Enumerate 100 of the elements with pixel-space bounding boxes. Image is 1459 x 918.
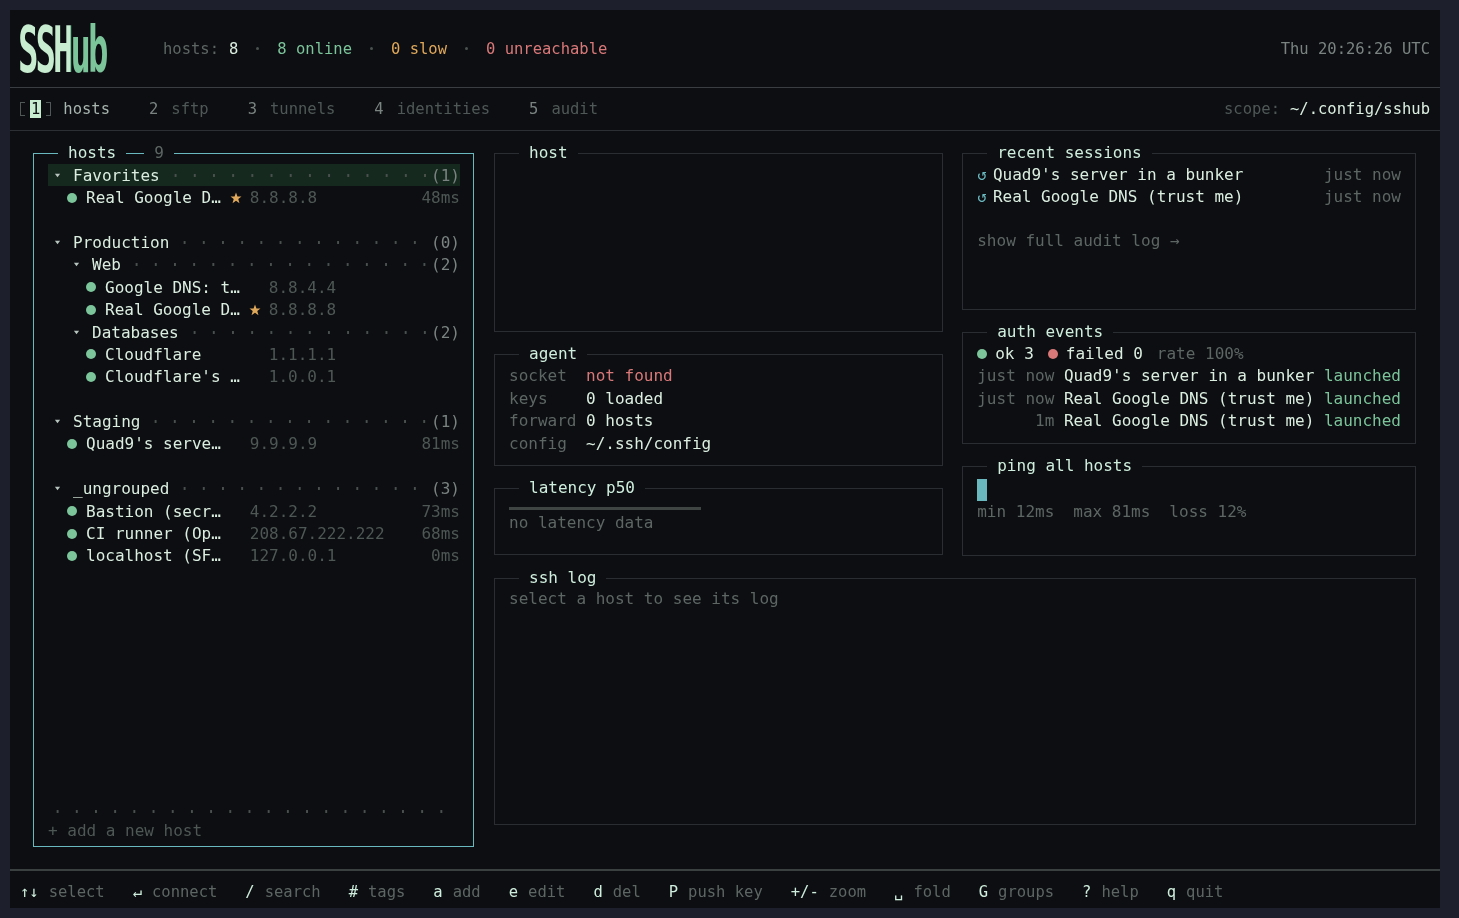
panel-title: hosts xyxy=(68,142,117,165)
host-address: 127.0.0.1 xyxy=(249,546,338,566)
group-row[interactable]: Staging (1) xyxy=(48,410,460,433)
shortcut-label: del xyxy=(612,882,641,901)
tab[interactable]: 3 tunnels xyxy=(246,100,336,119)
host-row[interactable]: Google DNS: t… 8.8.4.4 xyxy=(48,276,460,299)
scope-path: ~/.config/sshub xyxy=(1290,100,1430,119)
panel-title: auth events xyxy=(997,321,1104,344)
group-count: (1) xyxy=(431,412,460,432)
group-row[interactable]: Favorites (1) xyxy=(48,164,460,187)
host-row[interactable]: Real Google D… 8.8.8.8 xyxy=(48,298,460,321)
session-time: just now xyxy=(1323,186,1401,209)
shortcut-label: zoom xyxy=(828,882,867,901)
host-row[interactable]: Quad9's serve… 9.9.9.9 81ms xyxy=(48,432,460,456)
group-row[interactable]: _ungrouped (3) xyxy=(48,477,460,500)
panel-title: agent xyxy=(529,343,578,366)
shortcut-label: groups xyxy=(998,882,1055,901)
host-address: 4.2.2.2 xyxy=(249,501,319,521)
host-name: Cloudflare's … xyxy=(105,367,241,387)
panel-title: recent sessions xyxy=(997,142,1142,165)
panel-title: host xyxy=(529,142,568,165)
host-row[interactable]: Real Google D… 8.8.8.8 48ms xyxy=(48,186,460,209)
host-row[interactable]: Cloudflare's … 1.0.0.1 xyxy=(48,365,460,388)
host-name: localhost (SF… xyxy=(86,546,222,566)
event-time: just now xyxy=(977,365,1055,388)
field-label: config xyxy=(509,433,568,456)
ping-stat: min 12ms xyxy=(977,501,1055,524)
group-label: _ungrouped xyxy=(73,479,170,499)
shortcut-label: tags xyxy=(368,882,406,901)
history-icon: ↺ xyxy=(977,186,987,209)
group-count: (2) xyxy=(431,322,460,342)
host-address: 208.67.222.222 xyxy=(249,524,386,543)
host-latency: 0ms xyxy=(431,546,460,566)
host-name: Bastion (secr… xyxy=(86,501,222,521)
host-row[interactable]: localhost (SF… 127.0.0.1 0ms xyxy=(48,544,460,568)
group-row[interactable]: Production (0) xyxy=(48,231,460,254)
host-address: 9.9.9.9 xyxy=(249,434,319,454)
host-row[interactable]: Cloudflare 1.1.1.1 xyxy=(48,343,460,366)
shortcut-label: fold xyxy=(913,882,951,901)
group-label: Production xyxy=(73,232,170,252)
status-count: 0 slow xyxy=(391,39,447,58)
session-name[interactable]: Real Google DNS (trust me) xyxy=(992,186,1318,209)
shortcut-label: edit xyxy=(528,882,566,901)
auth-count: ok 3 xyxy=(995,343,1034,366)
host-latency: 73ms xyxy=(421,501,460,521)
field-label: keys xyxy=(509,387,549,410)
shortcut-key: / xyxy=(245,882,255,901)
host-row[interactable]: CI runner (Op… 208.67.222.222 68ms xyxy=(48,522,460,545)
caret-icon[interactable] xyxy=(73,261,80,269)
caret-icon[interactable] xyxy=(54,238,61,246)
tab[interactable]: 4 identities xyxy=(373,100,491,119)
event-action: launched xyxy=(1323,387,1401,410)
shortcut-label: select xyxy=(48,882,105,901)
tab[interactable]: 5 audit xyxy=(528,100,599,119)
shortcut-key: P xyxy=(668,882,679,901)
caret-icon[interactable] xyxy=(54,171,61,179)
caret-icon[interactable] xyxy=(73,328,80,336)
group-count: (0) xyxy=(431,232,460,252)
event-action: launched xyxy=(1323,365,1401,388)
field-label: forward xyxy=(509,410,578,433)
empty-message: no latency data xyxy=(509,513,654,533)
host-name: Real Google D… xyxy=(105,300,241,320)
shortcut-label: push key xyxy=(688,882,763,901)
shortcut-label: help xyxy=(1101,882,1139,901)
host-address: 8.8.8.8 xyxy=(268,300,338,320)
host-address: 8.8.4.4 xyxy=(268,277,338,297)
clock: Thu 20:26:26 UTC xyxy=(1280,39,1430,58)
tab[interactable]: 1 hosts xyxy=(20,100,110,119)
host-name: Google DNS: t… xyxy=(105,277,241,297)
host-name: CI runner (Op… xyxy=(86,524,222,543)
shortcut-label: search xyxy=(264,882,321,901)
group-row[interactable]: Web (2) xyxy=(48,253,460,277)
host-address: 1.0.0.1 xyxy=(268,367,338,387)
shortcut-key: +/- xyxy=(790,882,819,901)
host-count: 8 xyxy=(229,39,239,58)
history-icon: ↺ xyxy=(977,164,987,187)
shortcut-label: quit xyxy=(1186,882,1224,901)
status-count: 8 online xyxy=(277,39,352,58)
group-row[interactable]: Databases (2) xyxy=(48,320,460,344)
empty-log-message: select a host to see its log xyxy=(509,589,779,609)
scope-label: scope: xyxy=(1224,100,1280,119)
caret-icon[interactable] xyxy=(54,418,61,426)
field-value: 0 hosts xyxy=(586,410,654,433)
group-label: Staging xyxy=(73,412,141,432)
panel-title: ssh log xyxy=(529,567,597,590)
shortcut-key: G xyxy=(978,882,989,901)
event-time: just now xyxy=(977,387,1055,410)
host-name: Cloudflare xyxy=(105,344,203,364)
host-name: Real Google D… xyxy=(86,188,222,208)
shortcut-key: ␣ xyxy=(894,882,904,901)
stat-label: hosts: xyxy=(163,39,219,58)
session-name[interactable]: Quad9's server in a bunker xyxy=(992,164,1318,187)
tab[interactable]: 2 sftp xyxy=(148,100,209,119)
host-latency: 48ms xyxy=(421,188,460,208)
panel-title: latency p50 xyxy=(529,477,635,500)
host-address: 8.8.8.8 xyxy=(249,188,319,208)
caret-icon[interactable] xyxy=(54,485,61,493)
host-row[interactable]: Bastion (secr… 4.2.2.2 73ms xyxy=(48,499,460,523)
shortcut-key: d xyxy=(593,882,603,901)
shortcut-key: a xyxy=(433,882,443,901)
